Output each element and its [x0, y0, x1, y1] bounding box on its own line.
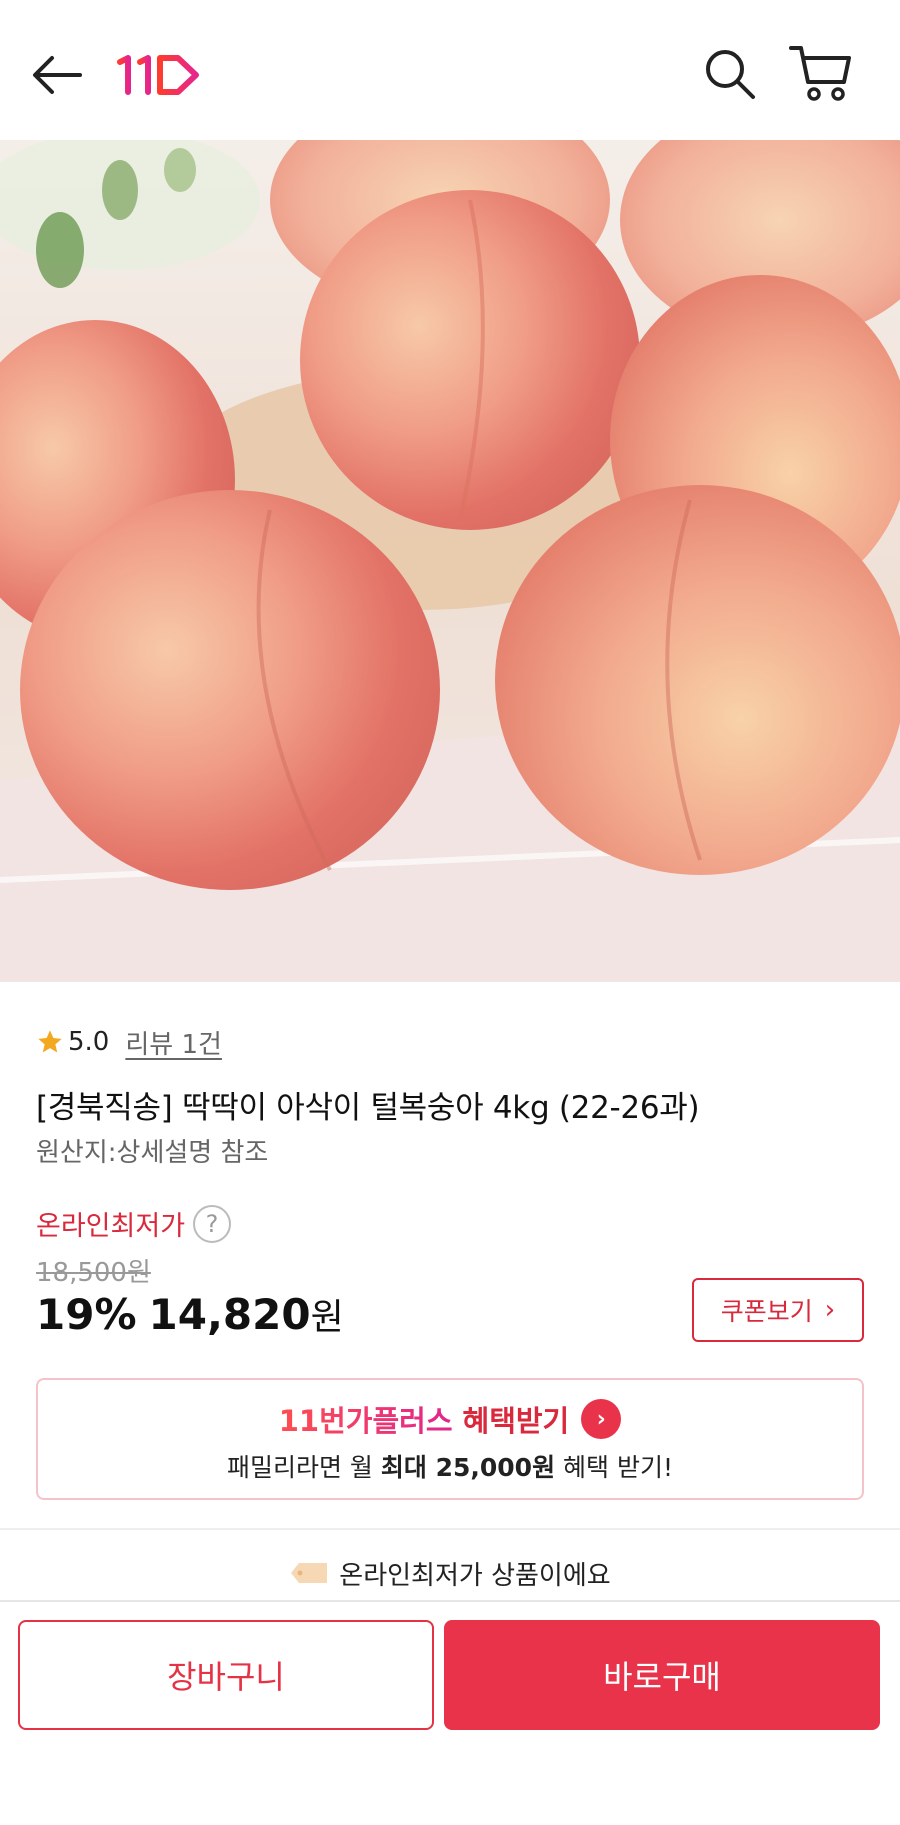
- plus-membership-banner[interactable]: 11번가플러스 혜택받기 › 패밀리라면 월 최대 25,000원 혜택 받기!: [36, 1378, 864, 1500]
- product-origin: 원산지:상세설명 참조: [36, 1138, 269, 1168]
- logo[interactable]: 11: [116, 48, 206, 102]
- product-image[interactable]: [0, 140, 900, 982]
- lowest-price-label: 온라인최저가: [36, 1211, 186, 1242]
- bottom-action-bar: 장바구니 바로구매: [0, 1600, 900, 1825]
- plus-sub-prefix: 패밀리라면 월: [226, 1453, 381, 1482]
- lowest-price-notice: 온라인최저가 상품이에요: [0, 1548, 900, 1598]
- chevron-right-circle-icon[interactable]: ›: [581, 1399, 622, 1439]
- arrow-left-icon: [33, 56, 82, 94]
- review-count-link[interactable]: 리뷰 1건: [125, 1024, 222, 1061]
- discount-rate: 19%: [36, 1290, 137, 1339]
- notice-text: 온라인최저가 상품이에요: [339, 1560, 611, 1591]
- search-button[interactable]: [700, 44, 760, 104]
- coupon-button[interactable]: 쿠폰보기 ›: [692, 1278, 864, 1342]
- price-row: 19% 14,820 원: [36, 1288, 344, 1340]
- search-icon: [706, 50, 755, 99]
- sale-price: 14,820: [148, 1290, 311, 1339]
- price-tag-icon: [291, 1563, 328, 1583]
- app-header: 11: [0, 0, 900, 140]
- product-title: [경북직송] 딱딱이 아삭이 털복숭아 4kg (22-26과): [36, 1090, 700, 1126]
- original-price: 18,500원: [36, 1258, 151, 1288]
- star-icon: [38, 1030, 62, 1053]
- cart-icon: [789, 46, 851, 101]
- rating-value: 5.0: [68, 1027, 110, 1057]
- plus-brand: 11번가플러스: [279, 1398, 453, 1440]
- chevron-right-icon: ›: [824, 1295, 836, 1325]
- plus-action: 혜택받기: [462, 1404, 570, 1438]
- plus-sub-suffix: 혜택 받기!: [555, 1453, 673, 1482]
- plus-banner-subtitle: 패밀리라면 월 최대 25,000원 혜택 받기!: [38, 1448, 862, 1484]
- plus-banner-title: 11번가플러스 혜택받기 ›: [38, 1398, 862, 1440]
- buy-now-button[interactable]: 바로구매: [444, 1620, 880, 1730]
- divider: [0, 1528, 900, 1530]
- coupon-button-label: 쿠폰보기: [720, 1297, 813, 1326]
- add-to-cart-button[interactable]: 장바구니: [18, 1620, 434, 1730]
- currency-unit: 원: [310, 1297, 344, 1338]
- help-icon[interactable]: ?: [193, 1204, 232, 1243]
- lowest-price-row: 온라인최저가 ?: [36, 1204, 232, 1243]
- rating-row: 5.0 리뷰 1건: [36, 1022, 222, 1062]
- plus-sub-highlight: 최대 25,000원: [380, 1453, 556, 1482]
- cart-button[interactable]: [788, 42, 854, 106]
- back-button[interactable]: [28, 48, 88, 102]
